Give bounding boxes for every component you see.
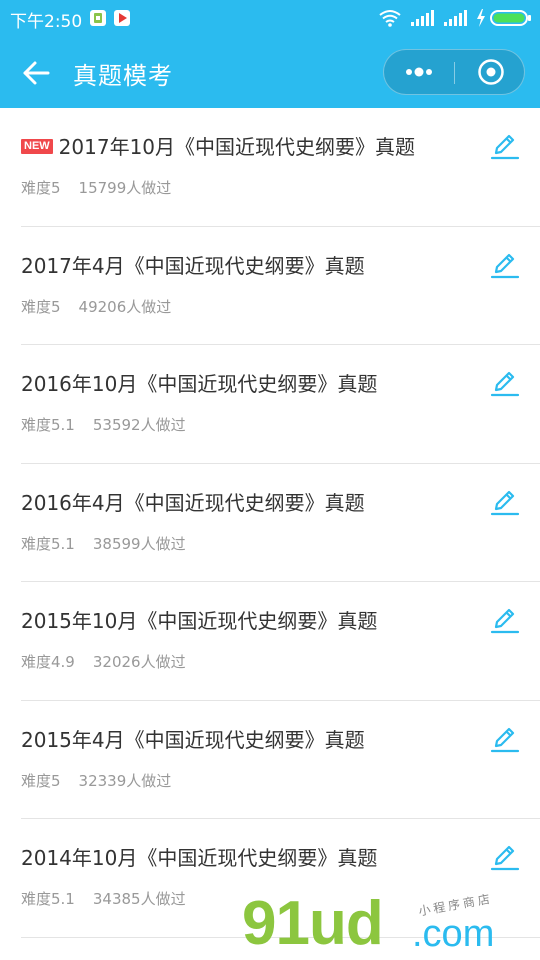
mini-program-capsule: [383, 49, 525, 95]
watermark-logo: 91ud: [242, 889, 384, 958]
page-title: 真题模考: [73, 62, 173, 90]
pencil-icon: [490, 608, 520, 634]
attempt-count: 15799人做过: [78, 179, 172, 197]
charging-icon: [477, 9, 485, 27]
attempt-count: 49206人做过: [78, 297, 172, 316]
arrow-left-icon: [23, 61, 50, 85]
item-title: 2017年4月《中国近现代史纲要》真题: [21, 253, 365, 278]
pencil-icon: [490, 253, 520, 278]
attempt-count: 53592人做过: [92, 416, 186, 434]
item-meta: 难度5.1 53592人做过: [21, 414, 186, 435]
back-button[interactable]: [18, 54, 56, 92]
pencil-icon: [490, 845, 520, 871]
list-item[interactable]: 2017年4月《中国近现代史纲要》真题 难度5 49206人做过: [21, 227, 540, 345]
attempt-count: 34385人做过: [92, 890, 186, 908]
difficulty-label: 难度5.1: [21, 416, 75, 434]
item-title: 2016年10月《中国近现代史纲要》真题: [21, 372, 378, 396]
difficulty-label: 难度5: [21, 297, 61, 316]
close-button[interactable]: [455, 50, 525, 94]
new-badge: NEW: [21, 139, 53, 154]
difficulty-label: 难度5.1: [21, 534, 75, 553]
edit-button[interactable]: [487, 482, 523, 518]
signal-icon: [444, 10, 467, 26]
list-item[interactable]: 2016年10月《中国近现代史纲要》真题 难度5.1 53592人做过: [21, 345, 540, 464]
watermark: 91ud 小程序商店 .com: [238, 888, 540, 960]
edit-button[interactable]: [487, 126, 523, 162]
pencil-icon: [490, 490, 520, 515]
item-title: 2014年10月《中国近现代史纲要》真题: [21, 846, 378, 870]
difficulty-label: 难度5: [21, 179, 61, 197]
edit-button[interactable]: [487, 600, 523, 636]
status-bar: 下午2:50: [0, 0, 540, 36]
difficulty-label: 难度4.9: [21, 653, 75, 671]
pencil-icon: [490, 727, 520, 752]
sim-card-icon: [90, 10, 106, 26]
list-item[interactable]: 2015年10月《中国近现代史纲要》真题 难度4.9 32026人做过: [21, 582, 540, 701]
attempt-count: 32339人做过: [78, 771, 172, 790]
difficulty-label: 难度5.1: [21, 890, 75, 908]
item-title: 2015年10月《中国近现代史纲要》真题: [21, 609, 378, 633]
more-button[interactable]: [384, 50, 454, 94]
item-meta: 难度5.1 38599人做过: [21, 533, 186, 554]
edit-button[interactable]: [487, 245, 523, 281]
exam-list: NEW 2017年10月《中国近现代史纲要》真题 难度5 15799人做过 2017…: [0, 108, 540, 938]
attempt-count: 32026人做过: [92, 653, 186, 671]
wifi-icon: [379, 10, 401, 27]
edit-button[interactable]: [487, 363, 523, 399]
more-dots-icon: [406, 67, 432, 77]
header: 下午2:50 真题模考: [0, 0, 540, 108]
status-time: 下午2:50: [10, 12, 83, 32]
signal-icon: [411, 10, 434, 26]
item-title-text: 2017年10月《中国近现代史纲要》真题: [58, 135, 416, 159]
battery-icon: [490, 10, 531, 26]
item-meta: 难度5.1 34385人做过: [21, 888, 186, 909]
pencil-icon: [490, 134, 520, 160]
attempt-count: 38599人做过: [92, 534, 186, 553]
watermark-domain: .com: [412, 913, 495, 955]
list-item[interactable]: 2015年4月《中国近现代史纲要》真题 难度5 32339人做过: [21, 701, 540, 819]
item-meta: 难度5 15799人做过: [21, 177, 171, 198]
list-item[interactable]: NEW 2017年10月《中国近现代史纲要》真题 难度5 15799人做过: [21, 108, 540, 227]
item-title: 2016年4月《中国近现代史纲要》真题: [21, 490, 365, 515]
play-store-icon: [114, 10, 130, 26]
item-meta: 难度5 49206人做过: [21, 296, 171, 317]
item-meta: 难度4.9 32026人做过: [21, 651, 186, 672]
item-title: NEW 2017年10月《中国近现代史纲要》真题: [21, 131, 415, 160]
edit-button[interactable]: [487, 719, 523, 755]
target-close-icon: [478, 59, 504, 85]
item-meta: 难度5 32339人做过: [21, 770, 171, 791]
item-title: 2015年4月《中国近现代史纲要》真题: [21, 727, 365, 752]
list-item[interactable]: 2016年4月《中国近现代史纲要》真题 难度5.1 38599人做过: [21, 464, 540, 582]
pencil-icon: [490, 371, 520, 397]
difficulty-label: 难度5: [21, 771, 61, 790]
edit-button[interactable]: [487, 837, 523, 873]
navigation-bar: 真题模考: [0, 36, 540, 108]
